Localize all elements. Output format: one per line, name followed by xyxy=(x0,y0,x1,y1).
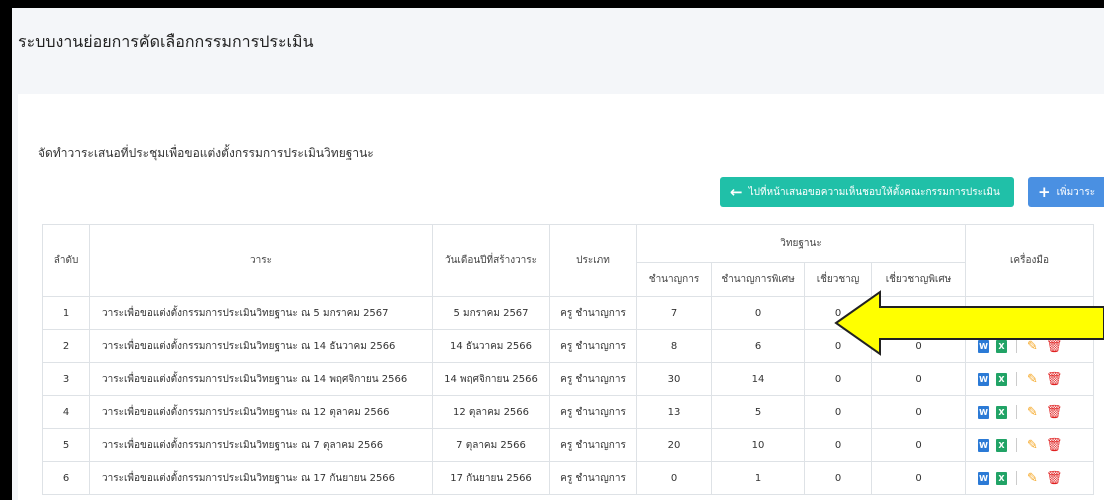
cell-senior-expert: 6 xyxy=(711,329,805,363)
cell-type: ครู ชำนาญการ xyxy=(549,461,637,495)
page-title: จัดทำวาระเสนอที่ประชุมเพื่อขอแต่งตั้งกรร… xyxy=(38,146,374,160)
tool-divider xyxy=(1016,372,1017,386)
cell-expert: 8 xyxy=(636,329,712,363)
cell-type: ครู ชำนาญการ xyxy=(549,428,637,462)
word-doc-icon[interactable]: W xyxy=(978,405,989,419)
cell-no: 6 xyxy=(42,461,90,495)
cell-tools: W X ✎ 🗑 xyxy=(965,461,1094,495)
app-header: ระบบงานย่อยการคัดเลือกกรรมการประเมิน xyxy=(12,8,1104,94)
tool-divider xyxy=(1016,438,1017,452)
header-no: ลำดับ xyxy=(42,224,90,297)
cell-date: 12 ตุลาคม 2566 xyxy=(432,395,550,429)
cell-special-expertise: 0 xyxy=(871,362,966,396)
cell-type: ครู ชำนาญการ xyxy=(549,362,637,396)
cell-agenda: วาระเพื่อขอแต่งตั้งกรรมการประเมินวิทยฐาน… xyxy=(89,296,433,330)
cell-date: 17 กันยายน 2566 xyxy=(432,461,550,495)
edit-icon[interactable]: ✎ xyxy=(1027,471,1038,486)
cell-type: ครู ชำนาญการ xyxy=(549,329,637,363)
cell-special-expertise: 0 xyxy=(871,428,966,462)
cell-date: 14 พฤศจิกายน 2566 xyxy=(432,362,550,396)
cell-no: 4 xyxy=(42,395,90,429)
table-row: 6 วาระเพื่อขอแต่งตั้งกรรมการประเมินวิทยฐ… xyxy=(42,461,1094,495)
word-doc-icon[interactable]: W xyxy=(978,372,989,386)
cell-date: 5 มกราคม 2567 xyxy=(432,296,550,330)
cell-no: 1 xyxy=(42,296,90,330)
cell-agenda: วาระเพื่อขอแต่งตั้งกรรมการประเมินวิทยฐาน… xyxy=(89,395,433,429)
cell-expertise: 0 xyxy=(804,395,872,429)
header-created-date: วันเดือนปีที่สร้างวาระ xyxy=(432,224,550,297)
cell-tools: W X ✎ 🗑 xyxy=(965,362,1094,396)
excel-doc-icon[interactable]: X xyxy=(996,471,1007,485)
trash-icon[interactable]: 🗑 xyxy=(1046,372,1063,387)
edit-icon[interactable]: ✎ xyxy=(1027,405,1038,420)
agenda-table: ลำดับ วาระ วันเดือนปีที่สร้างวาระ ประเภท… xyxy=(42,224,1094,495)
add-agenda-button[interactable]: + เพิ่มวาระ xyxy=(1028,177,1104,207)
cell-agenda: วาระเพื่อขอแต่งตั้งกรรมการประเมินวิทยฐาน… xyxy=(89,428,433,462)
cell-special-expertise: 0 xyxy=(871,461,966,495)
cell-expertise: 0 xyxy=(804,362,872,396)
edit-icon[interactable]: ✎ xyxy=(1027,438,1038,453)
cell-tools: W X ✎ 🗑 xyxy=(965,395,1094,429)
cell-expert: 13 xyxy=(636,395,712,429)
cell-expert: 0 xyxy=(636,461,712,495)
word-doc-icon[interactable]: W xyxy=(978,471,989,485)
cell-agenda: วาระเพื่อขอแต่งตั้งกรรมการประเมินวิทยฐาน… xyxy=(89,362,433,396)
cell-expert: 7 xyxy=(636,296,712,330)
excel-doc-icon[interactable]: X xyxy=(996,372,1007,386)
cell-senior-expert: 0 xyxy=(711,296,805,330)
cell-no: 2 xyxy=(42,329,90,363)
trash-icon[interactable]: 🗑 xyxy=(1046,471,1063,486)
go-to-approval-button[interactable]: ← ไปที่หน้าเสนอขอความเห็นชอบให้ตั้งคณะกร… xyxy=(720,177,1014,207)
header-tools: เครื่องมือ xyxy=(965,224,1094,297)
cell-date: 7 ตุลาคม 2566 xyxy=(432,428,550,462)
cell-date: 14 ธันวาคม 2566 xyxy=(432,329,550,363)
go-to-approval-label: ไปที่หน้าเสนอขอความเห็นชอบให้ตั้งคณะกรรม… xyxy=(748,186,1000,198)
edit-icon[interactable]: ✎ xyxy=(1027,372,1038,387)
header-senior-expert: ชำนาญการพิเศษ xyxy=(711,262,805,297)
excel-doc-icon[interactable]: X xyxy=(996,405,1007,419)
cell-expertise: 0 xyxy=(804,461,872,495)
header-agenda: วาระ xyxy=(89,224,433,297)
cell-type: ครู ชำนาญการ xyxy=(549,395,637,429)
cell-agenda: วาระเพื่อขอแต่งตั้งกรรมการประเมินวิทยฐาน… xyxy=(89,329,433,363)
tool-divider xyxy=(1016,471,1017,485)
cell-senior-expert: 1 xyxy=(711,461,805,495)
header-type: ประเภท xyxy=(549,224,637,297)
table-row: 4 วาระเพื่อขอแต่งตั้งกรรมการประเมินวิทยฐ… xyxy=(42,395,1094,429)
trash-icon[interactable]: 🗑 xyxy=(1046,405,1063,420)
cell-type: ครู ชำนาญการ xyxy=(549,296,637,330)
cell-no: 5 xyxy=(42,428,90,462)
tool-divider xyxy=(1016,405,1017,419)
cell-tools: W X ✎ 🗑 xyxy=(965,428,1094,462)
screen-frame: ระบบงานย่อยการคัดเลือกกรรมการประเมิน จัด… xyxy=(12,8,1104,500)
excel-doc-icon[interactable]: X xyxy=(996,438,1007,452)
cell-special-expertise: 0 xyxy=(871,395,966,429)
arrow-left-icon: ← xyxy=(730,183,743,201)
table-row: 3 วาระเพื่อขอแต่งตั้งกรรมการประเมินวิทยฐ… xyxy=(42,362,1094,396)
cell-expert: 20 xyxy=(636,428,712,462)
cell-senior-expert: 14 xyxy=(711,362,805,396)
word-doc-icon[interactable]: W xyxy=(978,438,989,452)
cell-no: 3 xyxy=(42,362,90,396)
cell-senior-expert: 10 xyxy=(711,428,805,462)
yellow-arrow-annotation xyxy=(834,290,1104,356)
cell-expertise: 0 xyxy=(804,428,872,462)
header-expert: ชำนาญการ xyxy=(636,262,712,297)
plus-icon: + xyxy=(1038,183,1051,201)
add-agenda-label: เพิ่มวาระ xyxy=(1056,186,1096,198)
cell-agenda: วาระเพื่อขอแต่งตั้งกรรมการประเมินวิทยฐาน… xyxy=(89,461,433,495)
table-row: 5 วาระเพื่อขอแต่งตั้งกรรมการประเมินวิทยฐ… xyxy=(42,428,1094,462)
header-academic-standing: วิทยฐานะ xyxy=(636,224,966,263)
cell-expert: 30 xyxy=(636,362,712,396)
cell-senior-expert: 5 xyxy=(711,395,805,429)
app-title: ระบบงานย่อยการคัดเลือกกรรมการประเมิน xyxy=(18,32,314,51)
trash-icon[interactable]: 🗑 xyxy=(1046,438,1063,453)
